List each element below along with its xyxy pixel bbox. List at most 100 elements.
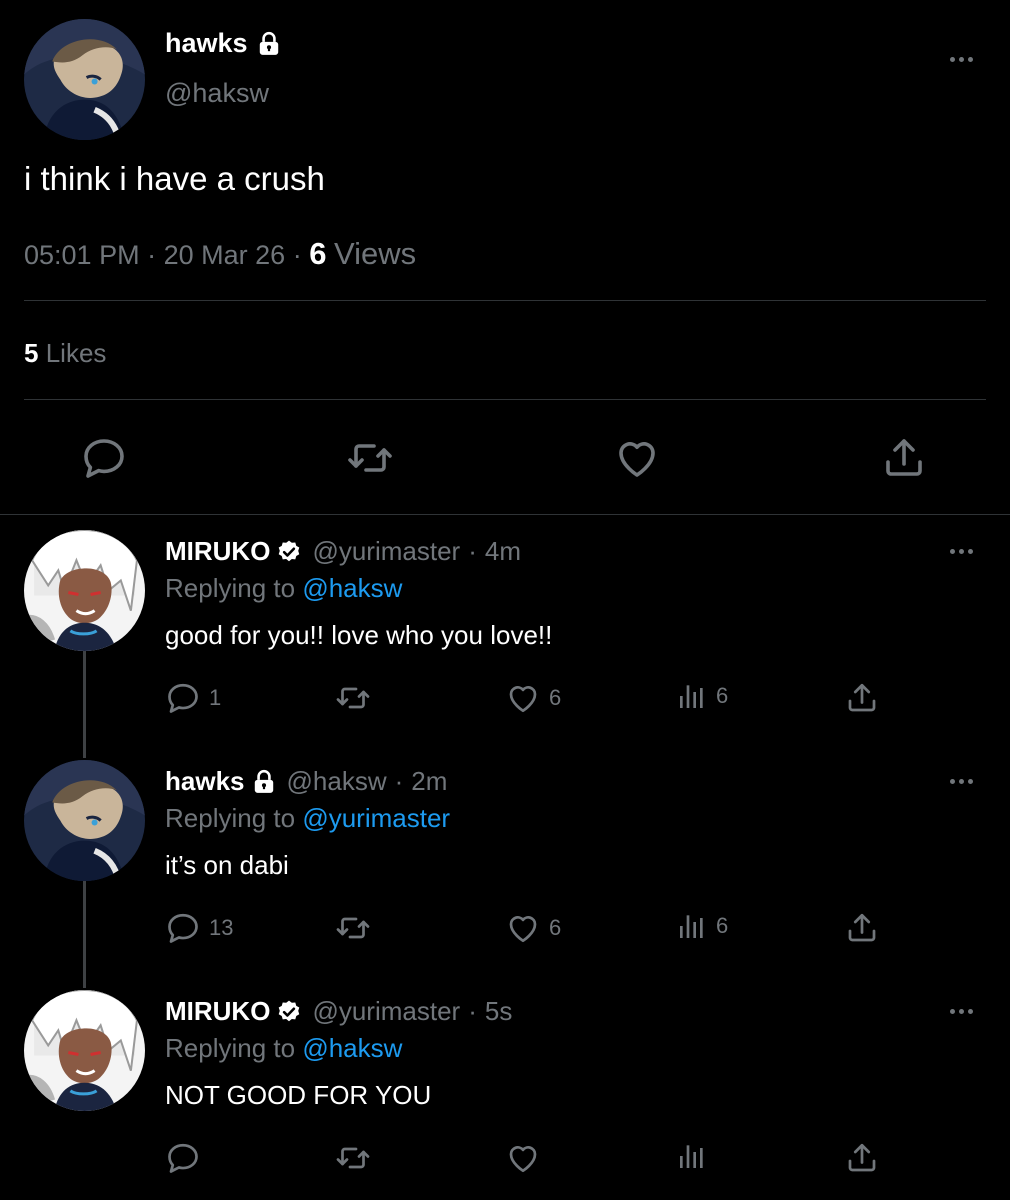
more-options-icon[interactable] bbox=[946, 54, 976, 64]
reply-time[interactable]: 5s bbox=[485, 996, 512, 1027]
author-name-text[interactable]: hawks bbox=[165, 28, 248, 59]
retweet-icon[interactable] bbox=[335, 1140, 371, 1176]
section-divider bbox=[0, 514, 1010, 515]
share-icon[interactable] bbox=[844, 680, 880, 716]
share-action[interactable] bbox=[844, 680, 880, 716]
share-action[interactable] bbox=[844, 910, 880, 946]
thread-line bbox=[83, 881, 86, 988]
reply-action[interactable]: 1 bbox=[165, 680, 221, 716]
like-icon[interactable] bbox=[613, 434, 661, 482]
like-action[interactable]: 6 bbox=[505, 910, 561, 946]
share-icon[interactable] bbox=[844, 910, 880, 946]
views-icon[interactable] bbox=[676, 680, 708, 712]
author-handle[interactable]: @yurimaster bbox=[312, 996, 460, 1027]
retweet-icon[interactable] bbox=[346, 434, 394, 482]
likes-count: 5 bbox=[24, 338, 39, 368]
replying-handle-link[interactable]: @yurimaster bbox=[302, 803, 450, 833]
replying-to: Replying to @haksw bbox=[165, 1033, 402, 1064]
reply-text: NOT GOOD FOR YOU bbox=[165, 1080, 432, 1110]
reply-action[interactable]: 13 bbox=[165, 910, 233, 946]
replying-to: Replying to @yurimaster bbox=[165, 803, 450, 834]
views-action[interactable] bbox=[676, 1140, 716, 1172]
replying-label: Replying to bbox=[165, 573, 296, 603]
like-count: 6 bbox=[549, 915, 562, 940]
hawks-avatar-image bbox=[24, 760, 145, 881]
retweet-action[interactable] bbox=[335, 680, 379, 716]
lock-icon bbox=[251, 769, 277, 795]
avatar[interactable] bbox=[24, 19, 145, 140]
replying-label: Replying to bbox=[165, 1033, 296, 1063]
retweet-action[interactable] bbox=[335, 910, 379, 946]
reply-header: hawks @haksw · 2m bbox=[165, 766, 447, 797]
replying-label: Replying to bbox=[165, 803, 296, 833]
reply-header: MIRUKO @yurimaster · 4m bbox=[165, 536, 521, 567]
hawks-avatar-image bbox=[24, 19, 145, 140]
views-icon[interactable] bbox=[676, 910, 708, 942]
lock-icon bbox=[256, 31, 282, 57]
views-label: Views bbox=[333, 236, 417, 271]
reply-header: MIRUKO @yurimaster · 5s bbox=[165, 996, 512, 1027]
like-action[interactable] bbox=[505, 1140, 549, 1176]
tweet-date[interactable]: 20 Mar 26 bbox=[164, 240, 286, 270]
retweet-icon[interactable] bbox=[335, 680, 371, 716]
replying-to: Replying to @haksw bbox=[165, 573, 402, 604]
reply-count: 13 bbox=[209, 915, 234, 940]
reply-text: it’s on dabi bbox=[165, 850, 289, 880]
like-count: 6 bbox=[549, 685, 562, 710]
like-icon[interactable] bbox=[505, 1140, 541, 1176]
replying-handle-link[interactable]: @haksw bbox=[302, 573, 402, 603]
meta-separator: · bbox=[292, 240, 302, 270]
main-tweet: hawks @haksw i think i have a crush 05:0… bbox=[0, 0, 1010, 514]
author-name[interactable]: hawks bbox=[165, 766, 245, 797]
views-action[interactable]: 6 bbox=[676, 680, 728, 712]
verified-icon bbox=[276, 999, 302, 1025]
share-icon[interactable] bbox=[880, 434, 928, 482]
divider bbox=[24, 300, 986, 301]
author-handle[interactable]: @yurimaster bbox=[312, 536, 460, 567]
miruko-avatar-image bbox=[24, 990, 145, 1111]
retweet-action[interactable] bbox=[335, 1140, 379, 1176]
reply-time[interactable]: 2m bbox=[411, 766, 447, 797]
author-handle[interactable]: @haksw bbox=[165, 78, 269, 109]
like-action[interactable]: 6 bbox=[505, 680, 561, 716]
share-icon[interactable] bbox=[844, 1140, 880, 1176]
author-name[interactable]: MIRUKO bbox=[165, 536, 270, 567]
reply-icon[interactable] bbox=[165, 680, 201, 716]
meta-separator: · bbox=[394, 766, 404, 796]
likes-label: Likes bbox=[45, 338, 107, 368]
retweet-icon[interactable] bbox=[335, 910, 371, 946]
tweet-meta: 05:01 PM · 20 Mar 26 · 6 Views bbox=[24, 236, 416, 272]
views-icon[interactable] bbox=[676, 1140, 708, 1172]
reply-count: 1 bbox=[209, 685, 222, 710]
more-options-icon[interactable] bbox=[946, 776, 976, 786]
replying-handle-link[interactable]: @haksw bbox=[302, 1033, 402, 1063]
view-count: 6 bbox=[716, 913, 729, 938]
meta-separator: · bbox=[468, 996, 477, 1026]
like-icon[interactable] bbox=[505, 680, 541, 716]
views-action[interactable]: 6 bbox=[676, 910, 728, 942]
meta-separator: · bbox=[468, 536, 477, 566]
author-handle[interactable]: @haksw bbox=[287, 766, 387, 797]
miruko-avatar-image bbox=[24, 530, 145, 651]
avatar[interactable] bbox=[24, 530, 145, 651]
reply-action[interactable] bbox=[165, 1140, 209, 1176]
tweet-time[interactable]: 05:01 PM bbox=[24, 240, 140, 270]
reply-icon[interactable] bbox=[165, 910, 201, 946]
share-action[interactable] bbox=[844, 1140, 880, 1176]
view-count: 6 bbox=[716, 683, 729, 708]
reply-icon[interactable] bbox=[165, 1140, 201, 1176]
more-options-icon[interactable] bbox=[946, 1006, 976, 1016]
author-name[interactable]: hawks bbox=[165, 28, 282, 59]
divider bbox=[24, 399, 986, 400]
tweet-text: i think i have a crush bbox=[24, 160, 325, 197]
thread-line bbox=[83, 651, 86, 758]
meta-separator: · bbox=[147, 240, 157, 270]
reply-time[interactable]: 4m bbox=[485, 536, 521, 567]
like-icon[interactable] bbox=[505, 910, 541, 946]
reply-icon[interactable] bbox=[80, 434, 128, 482]
author-name[interactable]: MIRUKO bbox=[165, 996, 270, 1027]
likes-stat[interactable]: 5 Likes bbox=[24, 338, 106, 369]
avatar[interactable] bbox=[24, 760, 145, 881]
avatar[interactable] bbox=[24, 990, 145, 1111]
more-options-icon[interactable] bbox=[946, 546, 976, 556]
